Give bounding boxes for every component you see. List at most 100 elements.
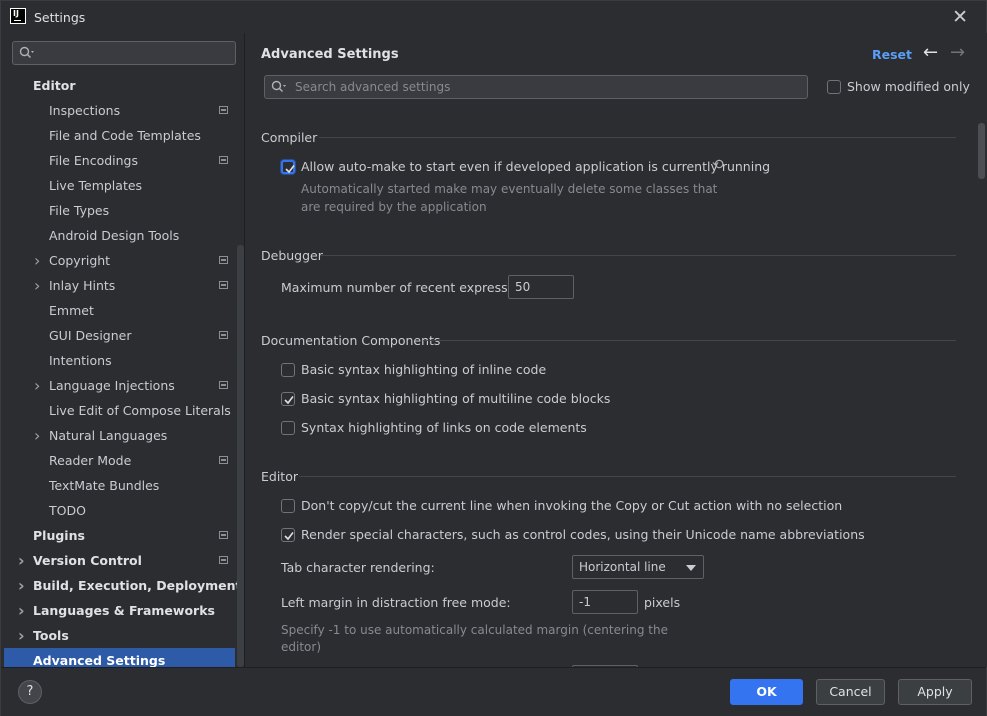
sidebar-search-input[interactable] [12, 41, 236, 65]
check-icon [284, 532, 294, 541]
app-icon-text: IJ [13, 9, 19, 18]
left-margin-unit: pixels [644, 595, 681, 610]
settings-dialog: IJ Settings ✕ Editor Inspections File and … [0, 0, 987, 716]
auto-make-description-2: are required by the application [301, 200, 487, 214]
sidebar-item-reader-mode[interactable]: Reader Mode [4, 448, 235, 473]
checkbox-box[interactable] [281, 499, 295, 513]
checkbox-box[interactable] [281, 421, 295, 435]
sidebar-item-inspections[interactable]: Inspections [4, 98, 235, 123]
debugger-section-header: Debugger [261, 248, 323, 263]
chevron-right-icon[interactable]: › [18, 623, 25, 648]
check-icon [284, 396, 294, 405]
sidebar-item-live-edit-of-compose-literals[interactable]: Live Edit of Compose Literals [4, 398, 235, 423]
back-arrow-icon[interactable]: ← [923, 42, 938, 63]
max-expressions-label: Maximum number of recent expressions: [281, 280, 538, 295]
intellij-app-icon: IJ [10, 8, 26, 24]
auto-make-description: Automatically started make may eventuall… [301, 182, 718, 196]
sidebar-item-label: TODO [49, 503, 86, 518]
checkbox-box[interactable] [281, 160, 295, 174]
section-divider [423, 340, 956, 341]
sidebar-item-file-encodings[interactable]: File Encodings [4, 148, 235, 173]
project-level-icon [219, 331, 228, 339]
sidebar-item-inlay-hints[interactable]: › Inlay Hints [4, 273, 235, 298]
sidebar-item-language-injections[interactable]: › Language Injections [4, 373, 235, 398]
sidebar-item-label: File Encodings [49, 153, 139, 168]
sidebar-item-textmate-bundles[interactable]: TextMate Bundles [4, 473, 235, 498]
checkbox-box[interactable] [827, 80, 841, 94]
render-special-chars-label: Render special characters, such as contr… [301, 527, 865, 542]
sidebar-item-label: Intentions [49, 353, 112, 368]
window-title: Settings [34, 10, 86, 25]
chevron-right-icon[interactable]: › [18, 548, 25, 573]
chevron-right-icon[interactable]: › [18, 573, 25, 598]
chevron-right-icon[interactable]: › [18, 598, 25, 623]
chevron-right-icon[interactable]: › [34, 248, 40, 273]
sidebar-item-version-control[interactable]: › Version Control [4, 548, 235, 573]
sidebar-item-label: Version Control [33, 553, 142, 568]
sidebar-item-todo[interactable]: TODO [4, 498, 235, 523]
settings-sidebar: Editor Inspections File and Code Templates… [4, 33, 244, 673]
sidebar-item-emmet[interactable]: Emmet [4, 298, 235, 323]
forward-arrow-icon[interactable]: → [950, 42, 965, 63]
chevron-right-icon[interactable]: › [34, 373, 40, 398]
sidebar-item-android-design-tools[interactable]: Android Design Tools [4, 223, 235, 248]
main-scrollbar[interactable] [978, 123, 985, 179]
ok-button[interactable]: OK [730, 679, 803, 705]
sidebar-item-file-types[interactable]: File Types [4, 198, 235, 223]
advanced-search-input[interactable]: Search advanced settings [264, 75, 808, 99]
sidebar-item-label: Reader Mode [49, 453, 132, 468]
tab-rendering-dropdown[interactable]: Horizontal line [572, 555, 704, 579]
sidebar-item-editor[interactable]: Editor [4, 73, 235, 98]
checkbox-box[interactable] [281, 528, 295, 542]
sidebar-item-tools[interactable]: › Tools [4, 623, 235, 648]
tab-rendering-value: Horizontal line [579, 560, 666, 574]
project-level-icon [219, 281, 228, 289]
cancel-button[interactable]: Cancel [816, 679, 885, 705]
show-modified-label: Show modified only [847, 79, 970, 94]
checkbox-box[interactable] [281, 392, 295, 406]
sidebar-item-label: File Types [49, 203, 110, 218]
tab-rendering-label: Tab character rendering: [281, 560, 435, 575]
close-icon[interactable]: ✕ [952, 6, 968, 28]
sidebar-item-label: Copyright [49, 253, 111, 268]
sidebar-item-gui-designer[interactable]: GUI Designer [4, 323, 235, 348]
sidebar-item-label: Language Injections [49, 378, 175, 393]
check-icon [285, 165, 295, 174]
multiline-code-label: Basic syntax highlighting of multiline c… [301, 391, 611, 406]
left-margin-input[interactable]: -1 [572, 590, 638, 614]
sidebar-item-plugins[interactable]: Plugins [4, 523, 235, 548]
sidebar-item-live-templates[interactable]: Live Templates [4, 173, 235, 198]
checkbox-box[interactable] [281, 363, 295, 377]
max-expressions-input[interactable]: 50 [508, 275, 574, 299]
sidebar-item-label: Tools [33, 628, 69, 643]
search-icon [271, 80, 286, 92]
sidebar-item-label: Live Templates [49, 178, 143, 193]
sidebar-item-label: Build, Execution, Deployment [33, 578, 242, 593]
sidebar-item-label: GUI Designer [49, 328, 132, 343]
reset-to-default-icon[interactable]: ⟲ [712, 157, 724, 173]
chevron-right-icon[interactable]: › [34, 423, 40, 448]
sidebar-item-label: Inlay Hints [49, 278, 116, 293]
project-level-icon [219, 456, 228, 464]
sidebar-scrollbar[interactable] [237, 245, 244, 667]
help-button[interactable]: ? [18, 680, 42, 704]
links-highlight-label: Syntax highlighting of links on code ele… [301, 420, 587, 435]
sidebar-item-label: File and Code Templates [49, 128, 201, 143]
dropdown-arrow-icon [686, 565, 696, 571]
sidebar-item-file-and-code-templates[interactable]: File and Code Templates [4, 123, 235, 148]
dialog-footer: ? OK Cancel Apply [1, 667, 986, 716]
sidebar-item-copyright[interactable]: › Copyright [4, 248, 235, 273]
chevron-right-icon[interactable]: › [34, 273, 40, 298]
apply-button[interactable]: Apply [898, 679, 972, 705]
sidebar-item-label: Natural Languages [49, 428, 168, 443]
sidebar-item-natural-languages[interactable]: › Natural Languages [4, 423, 235, 448]
sidebar-item-intentions[interactable]: Intentions [4, 348, 235, 373]
no-copy-line-label: Don't copy/cut the current line when inv… [301, 498, 843, 513]
sidebar-item-label: TextMate Bundles [49, 478, 160, 493]
sidebar-item-languages-frameworks[interactable]: › Languages & Frameworks [4, 598, 235, 623]
sidebar-item-label: Languages & Frameworks [33, 603, 215, 618]
reset-link[interactable]: Reset [872, 47, 912, 62]
title-bar: IJ Settings ✕ [1, 1, 986, 33]
sidebar-item-build-execution-deployment[interactable]: › Build, Execution, Deployment [4, 573, 241, 598]
editor-section-header: Editor [261, 469, 298, 484]
